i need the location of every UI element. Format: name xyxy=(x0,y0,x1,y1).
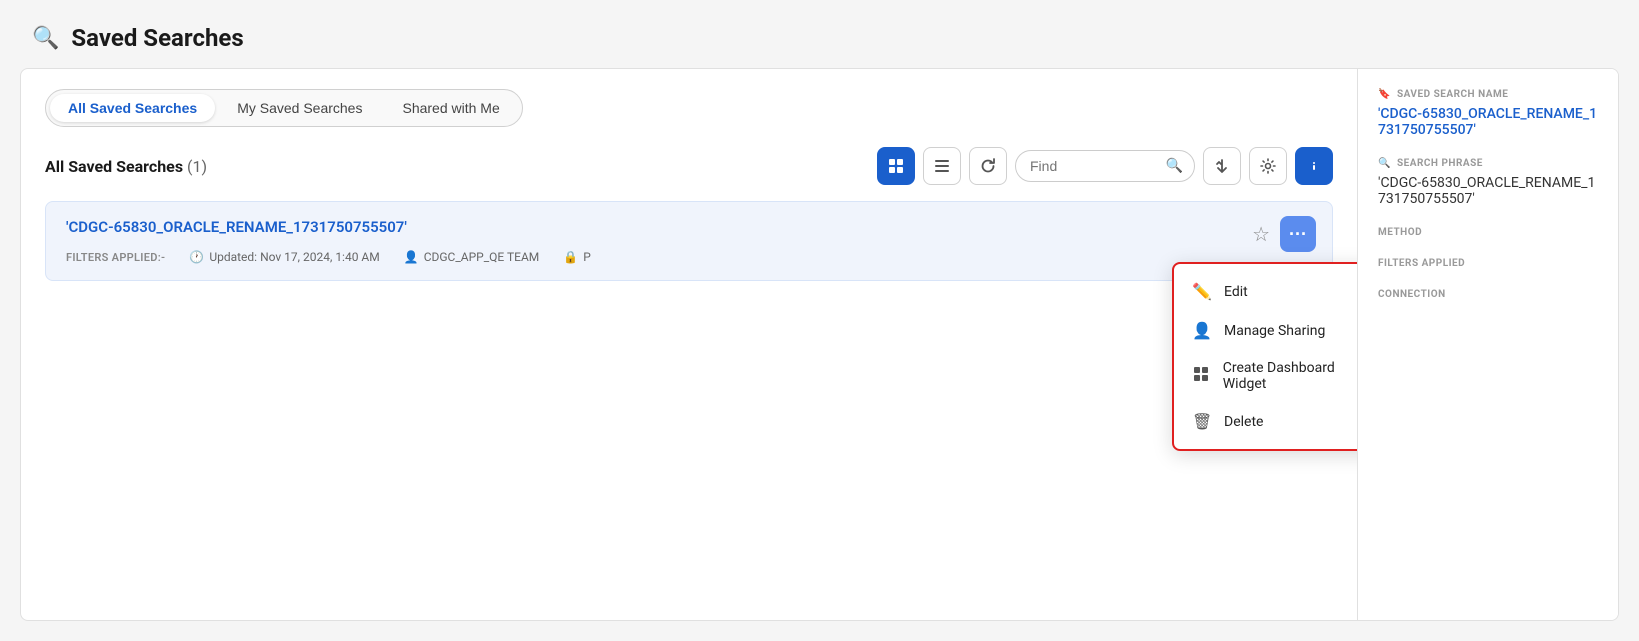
owner-text: CDGC_APP_QE TEAM xyxy=(424,250,540,264)
person-icon: 👤 xyxy=(404,250,419,264)
bookmark-icon: 🔖 xyxy=(1378,89,1391,100)
table-view-button[interactable] xyxy=(923,147,961,185)
count-badge: (1) xyxy=(187,157,207,176)
rp-search-phrase-label: 🔍 SEARCH PHRASE xyxy=(1378,158,1598,169)
section-title: All Saved Searches (1) xyxy=(45,157,869,176)
manage-sharing-icon: 👤 xyxy=(1192,321,1212,340)
rp-saved-search-name-section: 🔖 SAVED SEARCH NAME 'CDGC-65830_ORACLE_R… xyxy=(1378,89,1598,138)
star-button[interactable]: ☆ xyxy=(1252,222,1270,247)
rp-saved-search-name-label: 🔖 SAVED SEARCH NAME xyxy=(1378,89,1598,100)
rp-filters-applied-section: FILTERS APPLIED xyxy=(1378,258,1598,269)
rp-method-label: METHOD xyxy=(1378,227,1598,238)
meta-owner: 👤 CDGC_APP_QE TEAM xyxy=(404,250,540,264)
sort-button[interactable] xyxy=(1203,147,1241,185)
clock-icon: 🕐 xyxy=(189,250,204,264)
settings-button[interactable] xyxy=(1249,147,1287,185)
tabs-row: All Saved Searches My Saved Searches Sha… xyxy=(45,89,523,127)
rp-filters-applied-label: FILTERS APPLIED xyxy=(1378,258,1598,269)
rp-method-section: METHOD xyxy=(1378,227,1598,238)
main-container: All Saved Searches My Saved Searches Sha… xyxy=(20,68,1619,621)
result-card: 'CDGC-65830_ORACLE_RENAME_1731750755507'… xyxy=(45,201,1333,281)
rp-connection-label: CONNECTION xyxy=(1378,289,1598,300)
delete-label: Delete xyxy=(1224,414,1263,430)
result-card-meta: FILTERS APPLIED:- 🕐 Updated: Nov 17, 202… xyxy=(66,250,1312,264)
lock-icon: 🔒 xyxy=(563,250,578,264)
info-button[interactable] xyxy=(1295,147,1333,185)
rp-saved-search-name-value: 'CDGC-65830_ORACLE_RENAME_1731750755507' xyxy=(1378,106,1598,138)
privacy-text: P xyxy=(583,250,591,264)
rp-connection-section: CONNECTION xyxy=(1378,289,1598,300)
rp-search-phrase-value: 'CDGC-65830_ORACLE_RENAME_1731750755507' xyxy=(1378,175,1598,207)
tab-all-saved-searches[interactable]: All Saved Searches xyxy=(50,94,215,122)
create-dashboard-widget-label: Create Dashboard Widget xyxy=(1223,360,1358,392)
dropdown-item-edit[interactable]: ✏️ Edit xyxy=(1174,272,1358,311)
dashboard-widget-icon xyxy=(1192,366,1211,386)
page-title: Saved Searches xyxy=(71,24,243,52)
tab-my-saved-searches[interactable]: My Saved Searches xyxy=(219,94,380,122)
grid-view-button[interactable] xyxy=(877,147,915,185)
meta-updated: 🕐 Updated: Nov 17, 2024, 1:40 AM xyxy=(189,250,379,264)
search-icon: 🔍 xyxy=(1166,158,1183,174)
result-card-title[interactable]: 'CDGC-65830_ORACLE_RENAME_1731750755507' xyxy=(66,218,1312,236)
updated-text: Updated: Nov 17, 2024, 1:40 AM xyxy=(209,250,379,264)
left-panel: All Saved Searches My Saved Searches Sha… xyxy=(21,69,1358,620)
delete-icon: 🗑 xyxy=(1192,412,1212,431)
edit-icon: ✏️ xyxy=(1192,282,1212,301)
meta-privacy: 🔒 P xyxy=(563,250,591,264)
dropdown-item-manage-sharing[interactable]: 👤 Manage Sharing xyxy=(1174,311,1358,350)
dropdown-menu: ✏️ Edit 👤 Manage Sharing Create Dashboar… xyxy=(1172,262,1358,451)
result-card-actions: ☆ ··· xyxy=(1252,216,1316,252)
right-panel: 🔖 SAVED SEARCH NAME 'CDGC-65830_ORACLE_R… xyxy=(1358,69,1618,620)
page-header-icon: 🔍 xyxy=(32,26,59,51)
toolbar-row: All Saved Searches (1) 🔍 xyxy=(45,147,1333,185)
search-input-wrapper: 🔍 xyxy=(1015,150,1195,182)
manage-sharing-label: Manage Sharing xyxy=(1224,323,1325,339)
search-phrase-icon: 🔍 xyxy=(1378,158,1391,169)
refresh-button[interactable] xyxy=(969,147,1007,185)
page-header: 🔍 Saved Searches xyxy=(0,0,1639,68)
rp-search-phrase-section: 🔍 SEARCH PHRASE 'CDGC-65830_ORACLE_RENAM… xyxy=(1378,158,1598,207)
filters-applied: FILTERS APPLIED:- xyxy=(66,251,165,264)
edit-label: Edit xyxy=(1224,284,1248,300)
dropdown-item-delete[interactable]: 🗑 Delete xyxy=(1174,402,1358,441)
more-options-button[interactable]: ··· xyxy=(1280,216,1316,252)
dropdown-item-create-dashboard-widget[interactable]: Create Dashboard Widget xyxy=(1174,350,1358,402)
tab-shared-with-me[interactable]: Shared with Me xyxy=(384,94,517,122)
